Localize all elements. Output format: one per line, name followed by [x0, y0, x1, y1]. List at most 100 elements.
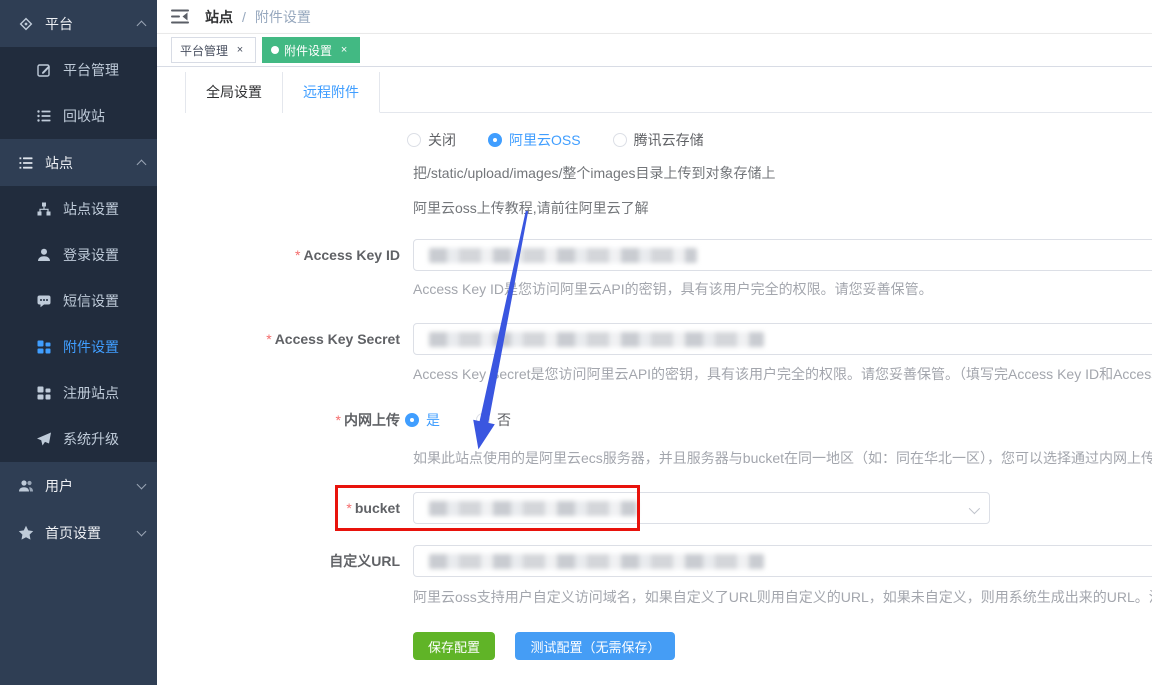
custom-url-help: 阿里云oss支持用户自定义访问域名，如果自定义了URL则用自定义的URL，如果未… [413, 587, 1152, 607]
sidebar-item-login-settings[interactable]: 登录设置 [0, 232, 157, 278]
sidebar-item-sms-settings[interactable]: 短信设置 [0, 278, 157, 324]
sidebar-item-label: 平台 [45, 14, 138, 34]
bucket-select[interactable] [413, 492, 990, 524]
sidebar-fold-icon[interactable] [171, 9, 189, 24]
radio-icon [488, 133, 502, 147]
radio-yes[interactable]: 是 [405, 410, 440, 430]
tag-label: 附件设置 [284, 42, 332, 59]
active-dot-icon [271, 46, 279, 54]
required-marker: * [336, 412, 341, 428]
grid-icon [36, 339, 52, 355]
star-icon [18, 525, 34, 541]
masked-value [429, 554, 764, 569]
sidebar-item-site[interactable]: 站点 [0, 139, 157, 186]
attachment-settings-page: 平台 平台管理 回收站 站点 站点设置 [0, 0, 1152, 685]
sidebar-item-label: 首页设置 [45, 523, 138, 543]
radio-label: 否 [497, 410, 511, 430]
breadcrumb-site[interactable]: 站点 [205, 7, 233, 27]
oss-tutorial-hint: 阿里云oss上传教程,请前往阿里云了解 [413, 198, 649, 218]
sidebar-item-label: 站点设置 [63, 199, 145, 219]
settings-tabs: 全局设置 远程附件 [185, 72, 1152, 113]
sidebar-item-label: 短信设置 [63, 291, 145, 311]
intranet-upload-radio-group: 是 否 [405, 410, 511, 430]
sidebar-item-label: 登录设置 [63, 245, 145, 265]
chevron-up-icon [137, 21, 147, 31]
radio-label: 腾讯云存储 [634, 130, 704, 150]
radio-close[interactable]: 关闭 [407, 130, 456, 150]
list-icon [36, 108, 52, 124]
custom-url-label: 自定义URL [157, 545, 400, 577]
sidebar-item-site-settings[interactable]: 站点设置 [0, 186, 157, 232]
breadcrumb-separator: / [242, 9, 246, 25]
user-icon [36, 247, 52, 263]
tag-platform-manage[interactable]: 平台管理 × [171, 37, 256, 63]
sidebar-item-label: 系统升级 [63, 429, 145, 449]
sidebar-item-label: 注册站点 [63, 383, 145, 403]
access-key-secret-help: Access Key Secret是您访问阿里云API的密钥，具有该用户完全的权… [413, 364, 1152, 384]
breadcrumb: 站点 / 附件设置 [205, 7, 311, 27]
sidebar-item-platform-manage[interactable]: 平台管理 [0, 47, 157, 93]
access-key-secret-label: *Access Key Secret [157, 323, 400, 355]
breadcrumb-attachment-settings: 附件设置 [255, 7, 311, 27]
tags-view: 平台管理 × 附件设置 × [157, 34, 1152, 67]
custom-url-input[interactable] [413, 545, 1152, 577]
send-icon [36, 431, 52, 447]
radio-icon [613, 133, 627, 147]
intranet-upload-label: *内网上传 [157, 410, 400, 430]
masked-value [429, 501, 637, 516]
grid-icon [36, 385, 52, 401]
intranet-upload-help: 如果此站点使用的是阿里云ecs服务器，并且服务器与bucket在同一地区（如：同… [413, 448, 1152, 468]
masked-value [429, 248, 697, 263]
access-key-id-help: Access Key ID是您访问阿里云API的密钥，具有该用户完全的权限。请您… [413, 279, 933, 299]
sidebar-item-label: 站点 [45, 153, 138, 173]
required-marker: * [346, 500, 351, 516]
upload-path-hint: 把/static/upload/images/整个images目录上传到对象存储… [413, 163, 776, 183]
sidebar-item-label: 平台管理 [63, 60, 145, 80]
tab-remote-attachment[interactable]: 远程附件 [283, 72, 380, 113]
radio-icon [405, 413, 419, 427]
platform-icon [18, 16, 34, 32]
sidebar-item-attachment-settings[interactable]: 附件设置 [0, 324, 157, 370]
sidebar-item-label: 附件设置 [63, 337, 145, 357]
sidebar-item-register-site[interactable]: 注册站点 [0, 370, 157, 416]
test-config-button[interactable]: 测试配置（无需保存） [515, 632, 675, 660]
save-config-button[interactable]: 保存配置 [413, 632, 495, 660]
sidebar-item-label: 回收站 [63, 106, 145, 126]
sidebar-item-recycle-bin[interactable]: 回收站 [0, 93, 157, 139]
storage-type-radio-group: 关闭 阿里云OSS 腾讯云存储 [407, 130, 704, 150]
radio-tencent-cos[interactable]: 腾讯云存储 [613, 130, 704, 150]
bucket-label: *bucket [157, 492, 400, 524]
sidebar-item-users[interactable]: 用户 [0, 462, 157, 509]
sidebar-item-platform[interactable]: 平台 [0, 0, 157, 47]
edit-icon [36, 62, 52, 78]
tag-attachment-settings[interactable]: 附件设置 × [262, 37, 360, 63]
users-icon [18, 478, 34, 494]
radio-icon [476, 413, 490, 427]
access-key-secret-input[interactable] [413, 323, 1152, 355]
site-icon [18, 155, 34, 171]
radio-label: 关闭 [428, 130, 456, 150]
access-key-id-input[interactable] [413, 239, 1152, 271]
radio-label: 阿里云OSS [509, 130, 581, 150]
tab-global-settings[interactable]: 全局设置 [185, 72, 283, 113]
chevron-down-icon [137, 479, 147, 489]
tag-label: 平台管理 [180, 42, 228, 59]
chevron-down-icon [137, 526, 147, 536]
masked-value [429, 332, 764, 347]
sidebar-item-label: 用户 [45, 476, 138, 496]
chevron-down-icon [969, 503, 980, 514]
required-marker: * [266, 331, 271, 347]
sidebar-item-homepage-settings[interactable]: 首页设置 [0, 509, 157, 556]
chevron-up-icon [137, 160, 147, 170]
radio-no[interactable]: 否 [476, 410, 511, 430]
close-icon[interactable]: × [337, 43, 351, 57]
radio-aliyun-oss[interactable]: 阿里云OSS [488, 130, 581, 150]
main-content: 全局设置 远程附件 关闭 阿里云OSS 腾讯云存储 把/static/uploa… [157, 67, 1152, 685]
sidebar-item-system-upgrade[interactable]: 系统升级 [0, 416, 157, 462]
close-icon[interactable]: × [233, 43, 247, 57]
access-key-id-label: *Access Key ID [157, 239, 400, 271]
topbar: 站点 / 附件设置 [157, 0, 1152, 34]
message-icon [36, 293, 52, 309]
sidebar: 平台 平台管理 回收站 站点 站点设置 [0, 0, 157, 685]
radio-label: 是 [426, 410, 440, 430]
